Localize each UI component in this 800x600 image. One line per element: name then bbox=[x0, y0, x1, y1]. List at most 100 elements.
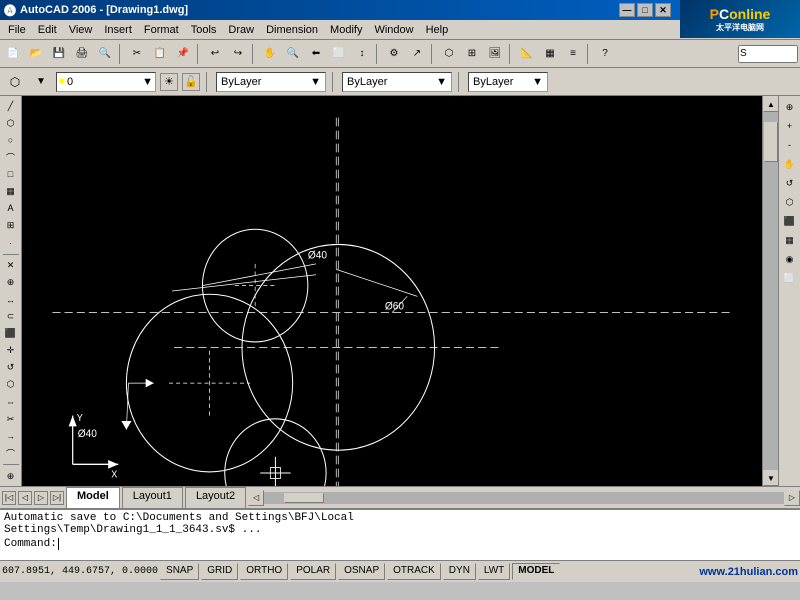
undo-button[interactable]: ↩ bbox=[204, 43, 226, 65]
tab-last-button[interactable]: ▷| bbox=[50, 491, 64, 505]
modify-scale-button[interactable]: ⬡ bbox=[2, 377, 20, 393]
modify-fillet-button[interactable]: ⌒ bbox=[2, 445, 20, 461]
list-button[interactable]: ≡ bbox=[562, 43, 584, 65]
draw-point-button[interactable]: · bbox=[2, 235, 20, 251]
rt-snap-button[interactable]: ⊕ bbox=[781, 98, 799, 116]
layer-state-button[interactable]: ▼ bbox=[30, 71, 52, 93]
modify-extend-button[interactable]: → bbox=[2, 428, 20, 444]
modify-array-button[interactable]: ⬛ bbox=[2, 326, 20, 342]
tab-prev-button[interactable]: ◁ bbox=[18, 491, 32, 505]
canvas-area[interactable]: Ø40 Ø60 Ø40 bbox=[22, 96, 762, 486]
tab-next-button[interactable]: ▷ bbox=[34, 491, 48, 505]
tab-layout1[interactable]: Layout1 bbox=[122, 487, 183, 508]
modify-copy-button[interactable]: ⊕ bbox=[2, 275, 20, 291]
close-button[interactable]: ✕ bbox=[655, 3, 671, 17]
dyn-button[interactable]: DYN bbox=[443, 563, 476, 580]
title-bar-right[interactable]: — □ ✕ bbox=[619, 3, 671, 17]
snap-button[interactable]: SNAP bbox=[160, 563, 199, 580]
modify-offset-button[interactable]: ⊂ bbox=[2, 309, 20, 325]
preview-button[interactable]: 🔍 bbox=[94, 43, 116, 65]
menu-edit[interactable]: Edit bbox=[32, 22, 63, 38]
ortho-button[interactable]: ORTHO bbox=[240, 563, 288, 580]
hscroll-right-arrow[interactable]: ▷ bbox=[784, 490, 800, 506]
pan-button[interactable]: ✋ bbox=[259, 43, 281, 65]
rt-pan-button[interactable]: ✋ bbox=[781, 155, 799, 173]
color-select[interactable]: ByLayer ▼ bbox=[216, 72, 326, 92]
modify-move-button[interactable]: ✛ bbox=[2, 343, 20, 359]
hscroll-left-arrow[interactable]: ◁ bbox=[248, 490, 264, 506]
layer-freeze-btn[interactable]: ☀ bbox=[160, 73, 178, 91]
draw-arc-button[interactable]: ⌒ bbox=[2, 149, 20, 165]
vscroll-thumb[interactable] bbox=[764, 122, 778, 162]
region-button[interactable]: ▦ bbox=[539, 43, 561, 65]
menu-format[interactable]: Format bbox=[138, 22, 185, 38]
modify-trim-button[interactable]: ✂ bbox=[2, 411, 20, 427]
menu-modify[interactable]: Modify bbox=[324, 22, 368, 38]
xref-button[interactable]: ⊞ bbox=[461, 43, 483, 65]
rt-extents-button[interactable]: ⬡ bbox=[781, 193, 799, 211]
modify-erase-button[interactable]: ✕ bbox=[2, 257, 20, 273]
vscroll-down-arrow[interactable]: ▼ bbox=[763, 470, 778, 486]
menu-file[interactable]: File bbox=[2, 22, 32, 38]
help-button[interactable]: ? bbox=[594, 43, 616, 65]
draw-text-button[interactable]: A bbox=[2, 200, 20, 216]
rt-grid-button[interactable]: ⬛ bbox=[781, 212, 799, 230]
menu-help[interactable]: Help bbox=[420, 22, 455, 38]
save-button[interactable]: 💾 bbox=[48, 43, 70, 65]
draw-circle-button[interactable]: ○ bbox=[2, 132, 20, 148]
tab-model[interactable]: Model bbox=[66, 487, 120, 508]
plot-button[interactable]: 🖨 bbox=[71, 43, 93, 65]
rt-render-button[interactable]: ⬜ bbox=[781, 269, 799, 287]
modify-rotate-button[interactable]: ↺ bbox=[2, 360, 20, 376]
modify-mirror-button[interactable]: ↔ bbox=[2, 292, 20, 308]
insert-block-button[interactable]: ⬡ bbox=[438, 43, 460, 65]
rt-shade-button[interactable]: ◉ bbox=[781, 250, 799, 268]
draw-insert-button[interactable]: ⊞ bbox=[2, 217, 20, 233]
tab-first-button[interactable]: |◁ bbox=[2, 491, 16, 505]
draw-line-button[interactable]: ╱ bbox=[2, 98, 20, 114]
rt-zoom-in-button[interactable]: + bbox=[781, 117, 799, 135]
menu-draw[interactable]: Draw bbox=[222, 22, 260, 38]
rt-3d-button[interactable]: ▦ bbox=[781, 231, 799, 249]
layer-select[interactable]: ■ 0 ▼ bbox=[56, 72, 156, 92]
image-button[interactable]: 🖼 bbox=[484, 43, 506, 65]
zoom-button[interactable]: 🔍 bbox=[282, 43, 304, 65]
maximize-button[interactable]: □ bbox=[637, 3, 653, 17]
minimize-button[interactable]: — bbox=[619, 3, 635, 17]
menu-tools[interactable]: Tools bbox=[185, 22, 223, 38]
draw-axis-button[interactable]: ⊕ bbox=[2, 468, 20, 484]
layer-lock-btn[interactable]: 🔓 bbox=[182, 73, 200, 91]
draw-rect-button[interactable]: □ bbox=[2, 166, 20, 182]
vscroll-up-arrow[interactable]: ▲ bbox=[763, 96, 778, 112]
tab-layout2[interactable]: Layout2 bbox=[185, 487, 246, 508]
hscroll-thumb[interactable] bbox=[284, 493, 324, 503]
layer-manager-button[interactable]: ⬡ bbox=[4, 71, 26, 93]
dist-button[interactable]: 📐 bbox=[516, 43, 538, 65]
model-button[interactable]: MODEL bbox=[512, 563, 560, 580]
rt-orbit-button[interactable]: ↺ bbox=[781, 174, 799, 192]
zoom-prev-button[interactable]: ⬅ bbox=[305, 43, 327, 65]
copy-button[interactable]: 📋 bbox=[149, 43, 171, 65]
modify-stretch-button[interactable]: ⇔ bbox=[2, 394, 20, 410]
properties-button[interactable]: ⚙ bbox=[383, 43, 405, 65]
zoom-realtime-button[interactable]: ↕ bbox=[351, 43, 373, 65]
matchprop-button[interactable]: ↗ bbox=[406, 43, 428, 65]
linetype-select[interactable]: ByLayer ▼ bbox=[342, 72, 452, 92]
search-input[interactable] bbox=[738, 45, 798, 63]
new-button[interactable]: 📄 bbox=[2, 43, 24, 65]
menu-dimension[interactable]: Dimension bbox=[260, 22, 324, 38]
draw-hatch-button[interactable]: ▦ bbox=[2, 183, 20, 199]
menu-insert[interactable]: Insert bbox=[98, 22, 138, 38]
paste-button[interactable]: 📌 bbox=[172, 43, 194, 65]
cut-button[interactable]: ✂ bbox=[126, 43, 148, 65]
menu-view[interactable]: View bbox=[63, 22, 99, 38]
polar-button[interactable]: POLAR bbox=[290, 563, 336, 580]
lineweight-select[interactable]: ByLayer ▼ bbox=[468, 72, 548, 92]
vscroll-track[interactable] bbox=[763, 112, 778, 470]
redo-button[interactable]: ↪ bbox=[227, 43, 249, 65]
otrack-button[interactable]: OTRACK bbox=[387, 563, 441, 580]
menu-window[interactable]: Window bbox=[368, 22, 419, 38]
hscroll-track[interactable] bbox=[264, 492, 784, 504]
open-button[interactable]: 📂 bbox=[25, 43, 47, 65]
rt-zoom-out-button[interactable]: - bbox=[781, 136, 799, 154]
